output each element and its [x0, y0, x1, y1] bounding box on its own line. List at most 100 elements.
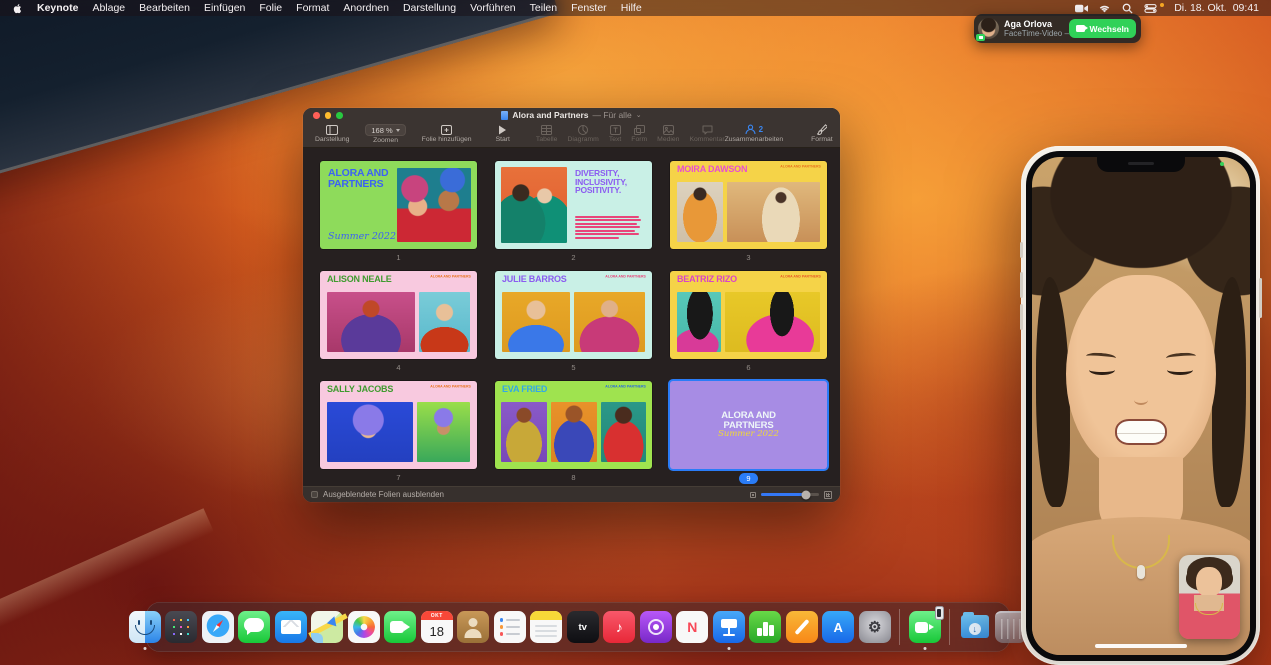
slide1-subtitle: Summer 2022	[328, 231, 396, 242]
slide-number-7: 7	[320, 473, 477, 482]
window-titlebar[interactable]: Alora and Partners — Für alle ⌄	[303, 108, 840, 122]
slide-thumbnail-4[interactable]: ALISON NEALE ALORA AND PARTNERS	[320, 271, 477, 359]
control-center-icon[interactable]	[1144, 3, 1157, 14]
dock-maps-icon[interactable]	[311, 611, 343, 643]
dock-contacts-icon[interactable]	[457, 611, 489, 643]
dock-facetime-handoff-icon[interactable]	[909, 611, 941, 643]
dock-pages-icon[interactable]	[786, 611, 818, 643]
wifi-icon[interactable]	[1098, 3, 1111, 14]
dock-podcasts-icon[interactable]	[640, 611, 672, 643]
zoom-window-button[interactable]	[336, 112, 343, 119]
dock-photos-icon[interactable]	[348, 611, 380, 643]
share-status[interactable]: — Für alle	[592, 110, 631, 120]
slide-thumbnail-6[interactable]: BEATRIZ RIZO ALORA AND PARTNERS	[670, 271, 827, 359]
toolbar-play-button[interactable]: Start	[496, 124, 510, 143]
slider-knob[interactable]	[802, 490, 811, 499]
media-icon	[663, 124, 674, 135]
dock-settings-icon[interactable]: ⚙	[859, 611, 891, 643]
iphone-volume-up-button	[1020, 272, 1023, 298]
thumbnail-size-slider[interactable]	[761, 493, 819, 496]
facetime-notification[interactable]: Aga Orlova FaceTime-Video – iPhone › Wec…	[974, 14, 1141, 43]
keynote-window: Alora and Partners — Für alle ⌄ Darstell…	[303, 108, 840, 502]
toolbar-zoom-dropdown[interactable]: 168 % Zoomen	[365, 124, 405, 144]
slide-thumbnail-8[interactable]: EVA FRIED ALORA AND PARTNERS	[495, 381, 652, 469]
dock-numbers-icon[interactable]	[749, 611, 781, 643]
dock-notes-icon[interactable]	[530, 611, 562, 643]
minimize-button[interactable]	[325, 112, 332, 119]
dock-finder-icon[interactable]	[129, 611, 161, 643]
hidden-slides-checkbox[interactable]	[311, 491, 318, 498]
slide-thumbnail-9-selected[interactable]: ALORA AND PARTNERS Summer 2022	[670, 381, 827, 469]
dock-appletv-icon[interactable]: tv	[567, 611, 599, 643]
dock-messages-icon[interactable]	[238, 611, 270, 643]
menu-vorfuehren[interactable]: Vorführen	[470, 2, 516, 14]
menu-einfuegen[interactable]: Einfügen	[204, 2, 245, 14]
document-proxy-icon[interactable]	[501, 111, 508, 120]
camera-icon	[1076, 25, 1085, 32]
slide-cell-4: ALISON NEALE ALORA AND PARTNERS 4	[320, 271, 477, 381]
dock-music-icon[interactable]: ♪	[603, 611, 635, 643]
toolbar-chart-button: Diagramm	[567, 124, 598, 143]
switch-call-button[interactable]: Wechseln	[1069, 19, 1136, 38]
chevron-down-icon	[396, 129, 400, 132]
toolbar-add-slide-button[interactable]: Folie hinzufügen	[422, 124, 472, 143]
toolbar-collaborate-button[interactable]: 2 Zusammenarbeiten	[725, 124, 784, 143]
dock-calendar-icon[interactable]: OKT 18	[421, 611, 453, 643]
iphone-screen-facetime-video[interactable]	[1032, 157, 1250, 655]
menu-bearbeiten[interactable]: Bearbeiten	[139, 2, 190, 14]
slide-number-5: 5	[495, 363, 652, 372]
search-icon[interactable]	[1121, 3, 1134, 14]
menu-ablage[interactable]: Ablage	[92, 2, 125, 14]
dock-keynote-icon[interactable]	[713, 611, 745, 643]
toolbar-view-button[interactable]: Darstellung	[315, 124, 349, 143]
dock-mail-icon[interactable]	[275, 611, 307, 643]
close-button[interactable]	[313, 112, 320, 119]
toolbar-format-button[interactable]: Format	[811, 124, 833, 143]
slide-cell-5: JULIE BARROS ALORA AND PARTNERS 5	[495, 271, 652, 381]
dock-appstore-icon[interactable]: A	[822, 611, 854, 643]
menu-teilen[interactable]: Teilen	[530, 2, 557, 14]
home-indicator[interactable]	[1095, 644, 1187, 648]
dock-facetime-icon[interactable]	[384, 611, 416, 643]
dock-launchpad-icon[interactable]	[165, 611, 197, 643]
large-grid-icon	[824, 491, 832, 499]
dock-news-icon[interactable]: N	[676, 611, 708, 643]
dock: OKT 18 tv ♪ N A ⚙ ↓	[146, 602, 1010, 652]
zoom-value-box[interactable]: 168 %	[365, 124, 405, 136]
dock-reminders-icon[interactable]	[494, 611, 526, 643]
apple-menu-icon[interactable]	[12, 3, 23, 14]
menu-bar-clock[interactable]: Di. 18. Okt. 09:41	[1174, 2, 1259, 14]
title-chevron-icon[interactable]: ⌄	[636, 111, 642, 119]
dock-safari-icon[interactable]	[202, 611, 234, 643]
slide5-photo-right	[574, 292, 645, 352]
format-label: Format	[811, 136, 833, 143]
slide8-brand: ALORA AND PARTNERS	[606, 385, 646, 388]
dock-downloads-icon[interactable]: ↓	[959, 611, 991, 643]
menu-darstellung[interactable]: Darstellung	[403, 2, 456, 14]
menu-anordnen[interactable]: Anordnen	[343, 2, 389, 14]
menu-hilfe[interactable]: Hilfe	[621, 2, 642, 14]
slide5-title: JULIE BARROS	[502, 275, 567, 284]
menu-format[interactable]: Format	[296, 2, 329, 14]
facetime-self-view[interactable]	[1179, 555, 1240, 639]
slide-thumbnail-7[interactable]: SALLY JACOBS ALORA AND PARTNERS	[320, 381, 477, 469]
slide3-brand: ALORA AND PARTNERS	[781, 165, 821, 168]
menu-app-name[interactable]: Keynote	[37, 2, 78, 14]
view-icon	[326, 124, 338, 135]
slide-thumbnail-5[interactable]: JULIE BARROS ALORA AND PARTNERS	[495, 271, 652, 359]
slide-thumbnail-3[interactable]: MOIRA DAWSON ALORA AND PARTNERS	[670, 161, 827, 249]
slide7-photo-left	[327, 402, 413, 462]
menu-fenster[interactable]: Fenster	[571, 2, 607, 14]
slide-cell-8: EVA FRIED ALORA AND PARTNERS 8	[495, 381, 652, 486]
slide7-title: SALLY JACOBS	[327, 385, 393, 394]
slide-thumbnail-2[interactable]: DIVERSITY, INCLUSIVITY, POSITIVITY.	[495, 161, 652, 249]
calendar-month: OKT	[421, 611, 453, 620]
slide6-photo-left	[677, 292, 721, 352]
toolbar-media-button: Medien	[657, 124, 679, 143]
slide-thumbnail-1[interactable]: ALORA AND PARTNERS Summer 2022	[320, 161, 477, 249]
toolbar-shape-button: Form	[631, 124, 647, 143]
iphone-notch	[1097, 157, 1185, 172]
video-status-icon[interactable]	[1075, 3, 1088, 14]
menu-folie[interactable]: Folie	[259, 2, 282, 14]
iphone-volume-down-button	[1020, 304, 1023, 330]
